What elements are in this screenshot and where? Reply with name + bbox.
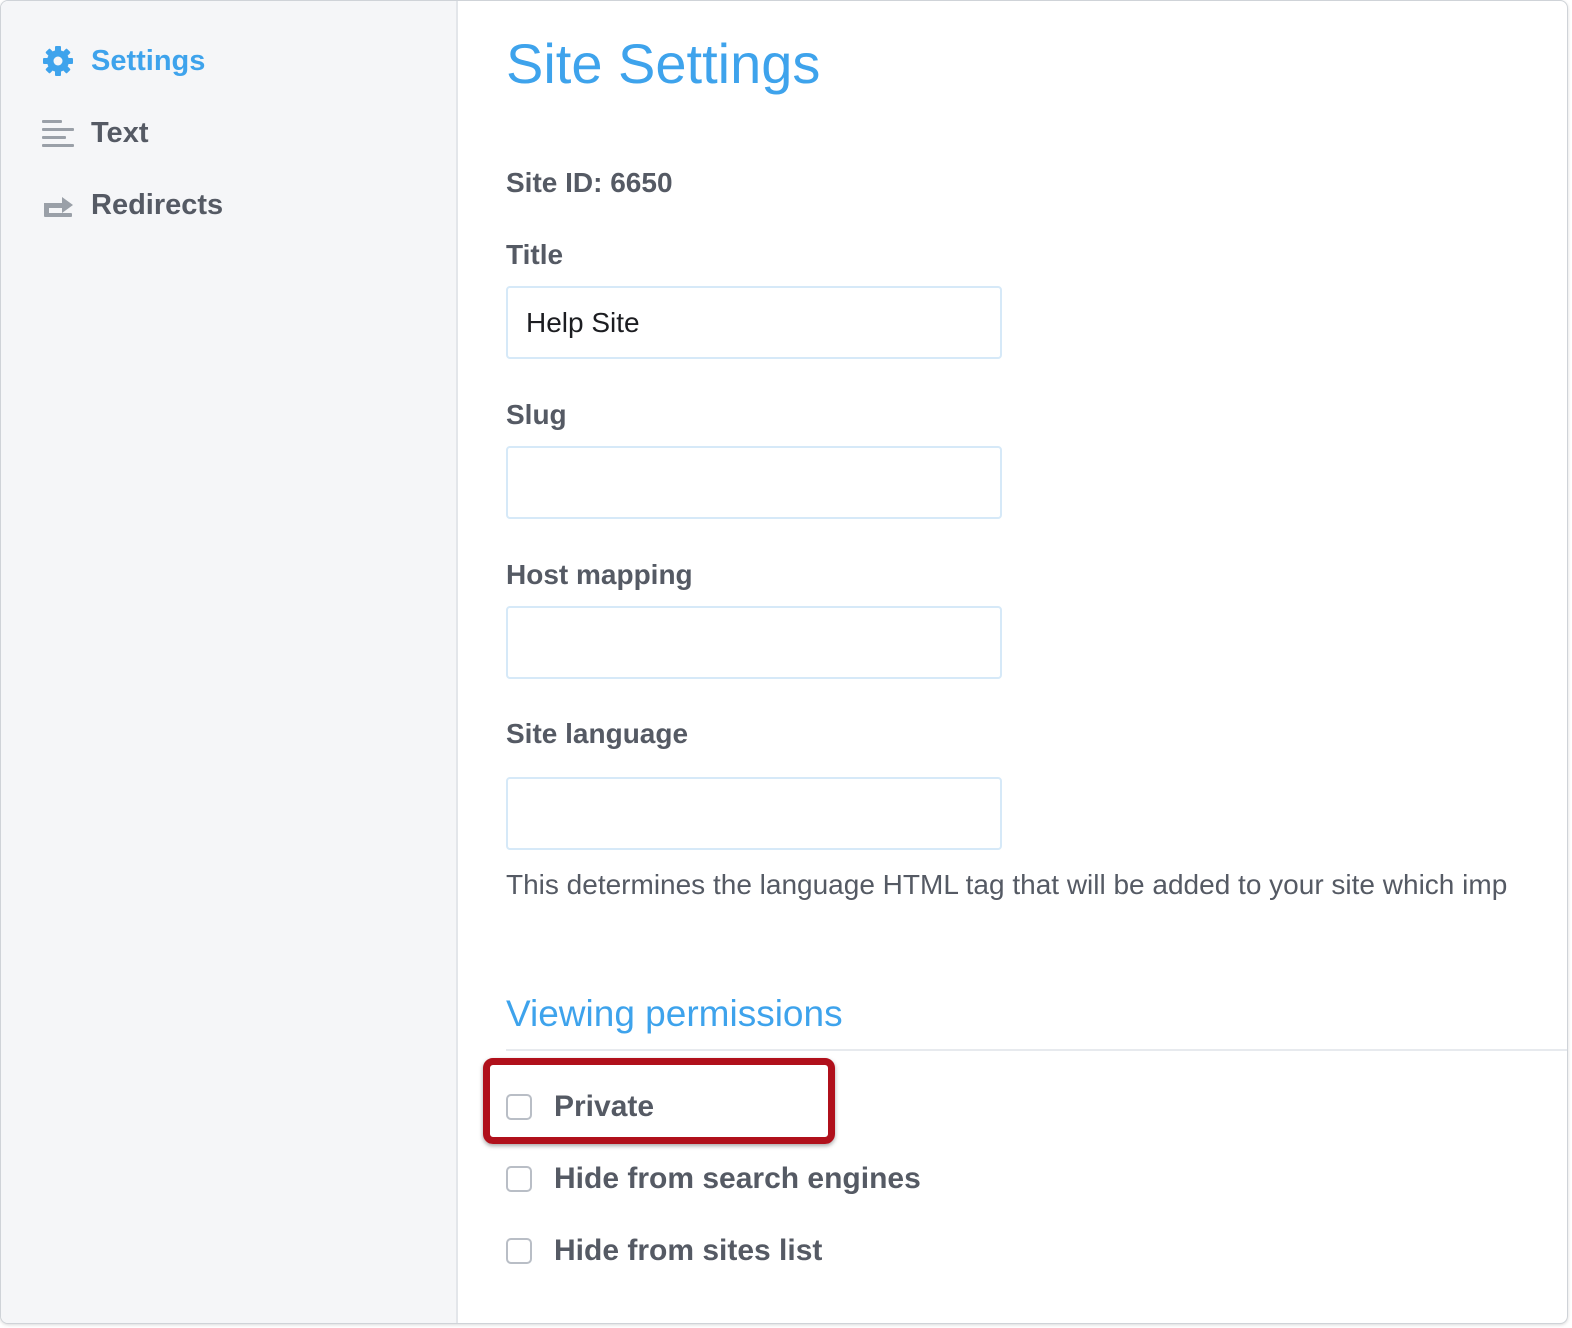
sidebar-item-settings[interactable]: Settings <box>41 41 205 81</box>
redirect-arrow-icon <box>41 188 75 222</box>
sidebar-item-redirects[interactable]: Redirects <box>41 185 223 225</box>
site-id-label: Site ID: 6650 <box>506 167 673 198</box>
text-lines-icon <box>41 116 75 150</box>
app-window: Settings Text Redirects Site Settings Si… <box>0 0 1568 1324</box>
gear-icon <box>41 44 75 78</box>
private-checkbox[interactable] <box>506 1094 532 1120</box>
hide-from-search-engines-option[interactable]: Hide from search engines <box>506 1159 921 1199</box>
sidebar-item-label: Redirects <box>91 188 224 221</box>
main-content: Site Settings Site ID: 6650 Title Slug H… <box>458 1 1567 1323</box>
title-input[interactable] <box>506 286 1002 359</box>
sidebar-item-label: Text <box>91 116 149 149</box>
hide-from-sites-list-option[interactable]: Hide from sites list <box>506 1231 822 1271</box>
host-mapping-input[interactable] <box>506 606 1002 679</box>
private-option[interactable]: Private <box>506 1087 654 1127</box>
slug-input[interactable] <box>506 446 1002 519</box>
hide-from-search-engines-checkbox[interactable] <box>506 1166 532 1192</box>
section-divider <box>506 1049 1567 1051</box>
title-label: Title <box>506 239 564 270</box>
site-language-help-text: This determines the language HTML tag th… <box>506 869 1508 900</box>
hide-from-sites-list-checkbox[interactable] <box>506 1238 532 1264</box>
hide-from-search-engines-label: Hide from search engines <box>554 1162 921 1195</box>
slug-label: Slug <box>506 399 567 430</box>
site-language-label: Site language <box>506 718 689 749</box>
sidebar: Settings Text Redirects <box>1 1 458 1323</box>
sidebar-item-text[interactable]: Text <box>41 113 148 153</box>
sidebar-item-label: Settings <box>91 44 206 77</box>
host-mapping-label: Host mapping <box>506 559 693 590</box>
site-language-input[interactable] <box>506 777 1002 850</box>
private-label: Private <box>554 1090 655 1123</box>
page-title: Site Settings <box>506 32 821 95</box>
viewing-permissions-heading: Viewing permissions <box>506 993 843 1034</box>
hide-from-sites-list-label: Hide from sites list <box>554 1234 823 1267</box>
